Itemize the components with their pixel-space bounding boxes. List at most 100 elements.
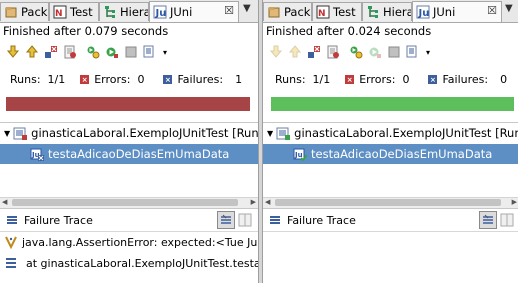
trace-line-exception[interactable]: java.lang.AssertionError: expected:<Tue … [4, 232, 259, 252]
test-row[interactable]: Ju testaAdicaoDeDiasEmUmaData [0, 144, 258, 164]
test-run-history-button[interactable] [404, 43, 422, 61]
view-menu-button[interactable]: ▾ [423, 43, 433, 61]
test-navigator-icon: N [53, 5, 67, 19]
rerun-test-button[interactable] [347, 43, 365, 61]
failure-icon: × [428, 75, 438, 84]
rerun-failures-first-button[interactable] [366, 43, 384, 61]
compare-results-button[interactable] [500, 213, 514, 227]
previous-failure-button[interactable] [23, 43, 41, 61]
test-label: testaAdicaoDeDiasEmUmaData [311, 147, 493, 161]
rerun-failures-first-button[interactable] [103, 43, 121, 61]
tab-test-navigator[interactable]: N Test [312, 2, 362, 21]
tab-junit[interactable]: Ju JUni ☒ [149, 1, 239, 22]
failures-label: Failures: [177, 73, 224, 86]
errors-value: 0 [402, 73, 410, 86]
stop-button[interactable] [385, 43, 403, 61]
junit-view-left: Pack N Test Hiera Ju JUni ☒ ▼ Finished a… [0, 0, 259, 283]
filter-stack-trace-button[interactable] [479, 211, 497, 229]
history-icon [406, 45, 417, 58]
arrow-up-icon [25, 45, 39, 58]
next-failure-button[interactable] [267, 43, 285, 61]
status-text: Finished after 0.079 seconds [3, 24, 169, 38]
tab-test-navigator[interactable]: N Test [49, 2, 99, 21]
hierarchy-icon [366, 5, 380, 19]
compare-icon [500, 213, 514, 227]
failure-trace-header: Failure Trace [0, 208, 258, 231]
show-failures-only-button[interactable] [305, 43, 323, 61]
svg-text:Ju: Ju [418, 8, 430, 19]
expand-arrow-icon[interactable]: ▼ [267, 129, 273, 138]
close-icon[interactable]: ☒ [487, 4, 497, 17]
next-failure-button[interactable] [4, 43, 22, 61]
filter-stack-trace-button[interactable] [217, 211, 235, 229]
error-icon: × [80, 75, 90, 84]
arrow-down-icon [269, 45, 283, 58]
scroll-left-arrow-icon[interactable]: ◀ [2, 198, 7, 206]
failures-filter-icon [45, 46, 57, 58]
failure-trace-list [263, 231, 518, 283]
filter-icon [221, 214, 231, 224]
previous-failure-button[interactable] [286, 43, 304, 61]
failures-value: 0 [500, 73, 508, 86]
scroll-lock-button[interactable] [61, 43, 79, 61]
test-run-history-button[interactable] [141, 43, 159, 61]
scroll-right-arrow-icon[interactable]: ▶ [251, 198, 256, 206]
scrollbar-thumb[interactable] [12, 199, 238, 206]
compare-results-button[interactable] [238, 213, 252, 227]
junit-icon: Ju [416, 5, 430, 19]
counters: Runs: 1/1 × Errors: 0 × Failures: 0 [275, 73, 507, 86]
package-explorer-icon [267, 5, 281, 19]
suite-row[interactable]: ▼ ginasticaLaboral.ExemploJUnitTest [Run… [263, 123, 518, 143]
progress-fill [6, 97, 250, 111]
test-row[interactable]: Ju testaAdicaoDeDiasEmUmaData [263, 144, 518, 164]
stop-icon [388, 46, 400, 58]
arrow-up-icon [288, 45, 302, 58]
stop-button[interactable] [122, 43, 140, 61]
junit-icon: Ju [153, 5, 167, 19]
rerun-failures-icon [106, 47, 118, 58]
test-suite-icon [276, 126, 291, 140]
tab-hierarchy[interactable]: Hiera [362, 2, 412, 21]
failures-value: 1 [235, 73, 243, 86]
junit-view-right: Pack N Test Hiera Ju JUni ☒ ▼ Finished a… [262, 0, 518, 283]
failure-trace-title: Failure Trace [287, 213, 356, 227]
progress-fill [271, 97, 514, 111]
suite-label: ginasticaLaboral.ExemploJUnitTest [Runne… [31, 126, 259, 140]
scroll-right-arrow-icon[interactable]: ▶ [512, 198, 517, 206]
view-menu-chevron-icon[interactable]: ▼ [243, 3, 251, 14]
view-menu-button[interactable]: ▾ [160, 43, 170, 61]
test-tree: ▼ ginasticaLaboral.ExemploJUnitTest [Run… [0, 122, 258, 198]
tab-package-explorer[interactable]: Pack [263, 2, 312, 21]
scrollbar-thumb[interactable] [275, 199, 501, 206]
svg-text:N: N [318, 9, 326, 19]
runs-label: Runs: [10, 73, 41, 86]
stack-trace-icon [6, 214, 18, 226]
stop-icon [125, 46, 137, 58]
scroll-left-arrow-icon[interactable]: ◀ [265, 198, 270, 206]
view-menu-chevron-icon[interactable]: ▼ [505, 3, 513, 14]
test-progress-bar [271, 97, 514, 111]
counters: Runs: 1/1 × Errors: 0 × Failures: 1 [10, 73, 242, 86]
chevron-down-icon: ▾ [162, 47, 167, 57]
rerun-test-button[interactable] [84, 43, 102, 61]
svg-text:N: N [55, 9, 63, 19]
suite-row[interactable]: ▼ ginasticaLaboral.ExemploJUnitTest [Run… [0, 123, 258, 143]
trace-line-text: at ginasticaLaboral.ExemploJUnitTest.tes… [26, 256, 259, 270]
rerun-failures-icon [369, 47, 381, 58]
close-icon[interactable]: ☒ [224, 4, 234, 17]
scroll-lock-button[interactable] [324, 43, 342, 61]
trace-line-frame[interactable]: at ginasticaLaboral.ExemploJUnitTest.tes… [4, 253, 259, 273]
test-suite-icon [13, 126, 28, 140]
tab-package-explorer[interactable]: Pack [0, 2, 49, 21]
runs-value: 1/1 [312, 73, 331, 86]
expand-arrow-icon[interactable]: ▼ [4, 129, 10, 138]
test-passed-icon: Ju [293, 147, 307, 161]
trace-line-text: java.lang.AssertionError: expected:<Tue … [22, 235, 259, 249]
failure-trace-title: Failure Trace [24, 213, 93, 227]
test-tree: ▼ ginasticaLaboral.ExemploJUnitTest [Run… [263, 122, 518, 198]
tab-junit[interactable]: Ju JUni ☒ [412, 1, 502, 22]
tab-hierarchy[interactable]: Hiera [99, 2, 149, 21]
stack-trace-icon [269, 214, 281, 226]
show-failures-only-button[interactable] [42, 43, 60, 61]
failures-filter-icon [308, 46, 320, 58]
